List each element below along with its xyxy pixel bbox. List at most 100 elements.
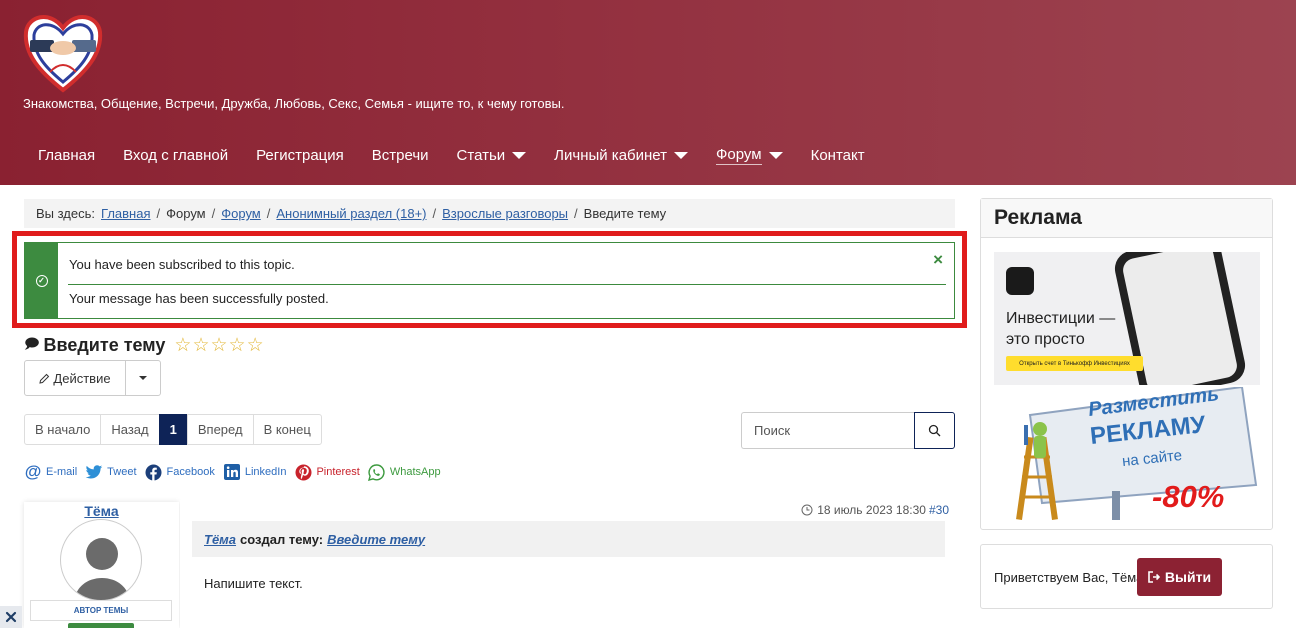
sign-out-icon [1148,571,1161,583]
online-status-bar [68,623,134,628]
logout-label: Выйти [1164,569,1212,585]
logout-button[interactable]: Выйти [1137,558,1222,596]
site-header: Знакомства, Общение, Встречи, Дружба, Лю… [0,0,1296,185]
alert-message-posted: Your message has been successfully poste… [69,291,329,306]
ad2-discount: -80% [1152,479,1225,514]
page-first[interactable]: В начало [24,414,102,445]
linkedin-icon [223,463,241,481]
page-current[interactable]: 1 [158,414,188,445]
topic-title: Введите тему [43,334,166,355]
topic-author-badge: АВТОР ТЕМЫ [30,600,172,621]
nav-item-forum[interactable]: Форум [702,146,797,165]
nav-label: Личный кабинет [554,146,668,164]
nav-item-meetings[interactable]: Встречи [358,147,443,164]
post-date: 18 июль 2023 18:30 [817,503,926,517]
tinkoff-ad-banner[interactable]: Инвестиции — это просто Открыть счет в Т… [994,252,1260,385]
share-twitter[interactable]: Tweet [85,463,137,481]
post-body: 18 июль 2023 18:30 #30 Тёма создал тему:… [180,500,955,628]
breadcrumb-link-adult-talk[interactable]: Взрослые разговоры [442,206,568,221]
nav-label: Статьи [456,146,506,164]
post-permalink[interactable]: #30 [929,503,949,517]
nav-label: Форум [716,145,762,165]
caret-down-icon [674,151,689,159]
close-icon[interactable]: × [933,250,943,270]
nav-item-contact[interactable]: Контакт [797,147,879,164]
alert-divider [68,284,946,285]
breadcrumb-link-anon-section[interactable]: Анонимный раздел (18+) [276,206,426,221]
share-label: Tweet [107,466,137,478]
post-header-author-link[interactable]: Тёма [204,532,236,547]
star-icon[interactable]: ☆ [247,334,264,357]
page-next[interactable]: Вперед [186,414,254,445]
alert-status-bar: ✓ [25,243,58,318]
avatar[interactable] [60,519,142,601]
nav-label: Вход с главной [123,146,229,164]
caret-down-icon [512,151,527,159]
nav-item-login[interactable]: Вход с главной [109,147,242,164]
breadcrumb-link-forum[interactable]: Форум [221,206,261,221]
clock-icon [801,504,813,516]
share-linkedin[interactable]: LinkedIn [223,463,287,481]
search-input[interactable] [741,412,914,449]
nav-label: Главная [38,146,96,164]
caret-down-icon [768,151,783,159]
search-icon [928,424,941,437]
twitter-bird-icon [85,463,103,481]
post-author-card: Тёма АВТОР ТЕМЫ [24,502,179,628]
share-email[interactable]: @ E-mail [24,462,77,481]
breadcrumb-link-home[interactable]: Главная [101,206,150,221]
breadcrumb-separator: / [266,206,271,221]
alert-message-subscribed: You have been subscribed to this topic. [69,257,295,272]
at-sign-icon: @ [24,462,42,481]
share-bar: @ E-mail Tweet Facebook LinkedIn Pintere… [24,462,449,482]
pencil-icon [39,373,50,384]
share-label: LinkedIn [244,466,287,478]
nav-item-account[interactable]: Личный кабинет [540,147,702,164]
search-button[interactable] [914,412,955,449]
page-prev[interactable]: Назад [100,414,160,445]
star-icon[interactable]: ☆ [210,334,227,357]
post-author-name[interactable]: Тёма [24,503,179,519]
main-nav: Главная Вход с главной Регистрация Встре… [24,138,879,172]
share-label: WhatsApp [389,466,441,478]
joomla-icon[interactable] [0,606,22,628]
site-tagline: Знакомства, Общение, Встречи, Дружба, Лю… [23,96,565,111]
default-avatar-icon [75,538,129,600]
speech-bubble-icon: 🗩 [24,335,40,351]
share-label: Facebook [166,466,215,478]
nav-item-home[interactable]: Главная [24,147,109,164]
breadcrumb-lead: Вы здесь: [36,206,96,221]
whatsapp-icon [368,463,386,481]
share-facebook[interactable]: Facebook [145,463,215,481]
nav-label: Регистрация [256,146,344,164]
star-icon[interactable]: ☆ [174,334,191,357]
heart-handshake-logo-icon [23,15,103,93]
success-alert: ✓ You have been subscribed to this topic… [24,242,955,319]
share-pinterest[interactable]: Pinterest [294,463,360,481]
facebook-icon [145,463,163,481]
post-header-action: создал тему: [240,531,324,547]
share-label: Pinterest [316,466,360,478]
welcome-module: Приветствуем Вас, Тёма Выйти [980,544,1273,609]
action-button-label: Действие [53,370,111,386]
action-button[interactable]: Действие [25,361,126,395]
site-logo[interactable] [22,8,104,94]
post-text: Напишите текст. [204,576,303,591]
breadcrumb: Вы здесь: Главная / Форум / Форум / Анон… [24,199,955,228]
share-whatsapp[interactable]: WhatsApp [368,463,441,481]
action-dropdown-toggle[interactable] [126,361,160,395]
topic-heading: 🗩 Введите тему ☆ ☆ ☆ ☆ ☆ [24,333,265,357]
sidebar-ad-module: Реклама Инвестиции — это просто Открыть … [980,198,1273,530]
nav-label: Встречи [371,146,429,164]
breadcrumb-separator: / [432,206,437,221]
post-header-topic-link[interactable]: Введите тему [327,532,425,547]
nav-item-articles[interactable]: Статьи [443,147,541,164]
nav-item-register[interactable]: Регистрация [242,147,358,164]
star-icon[interactable]: ☆ [229,334,246,357]
breadcrumb-current: Введите тему [583,206,667,221]
nav-label: Контакт [810,146,865,164]
place-ad-banner[interactable]: Разместить РЕКЛАМУ на сайте -80% [994,383,1260,520]
page-last[interactable]: В конец [252,414,322,445]
star-icon[interactable]: ☆ [192,334,209,357]
post-header: Тёма создал тему: Введите тему [192,521,945,557]
